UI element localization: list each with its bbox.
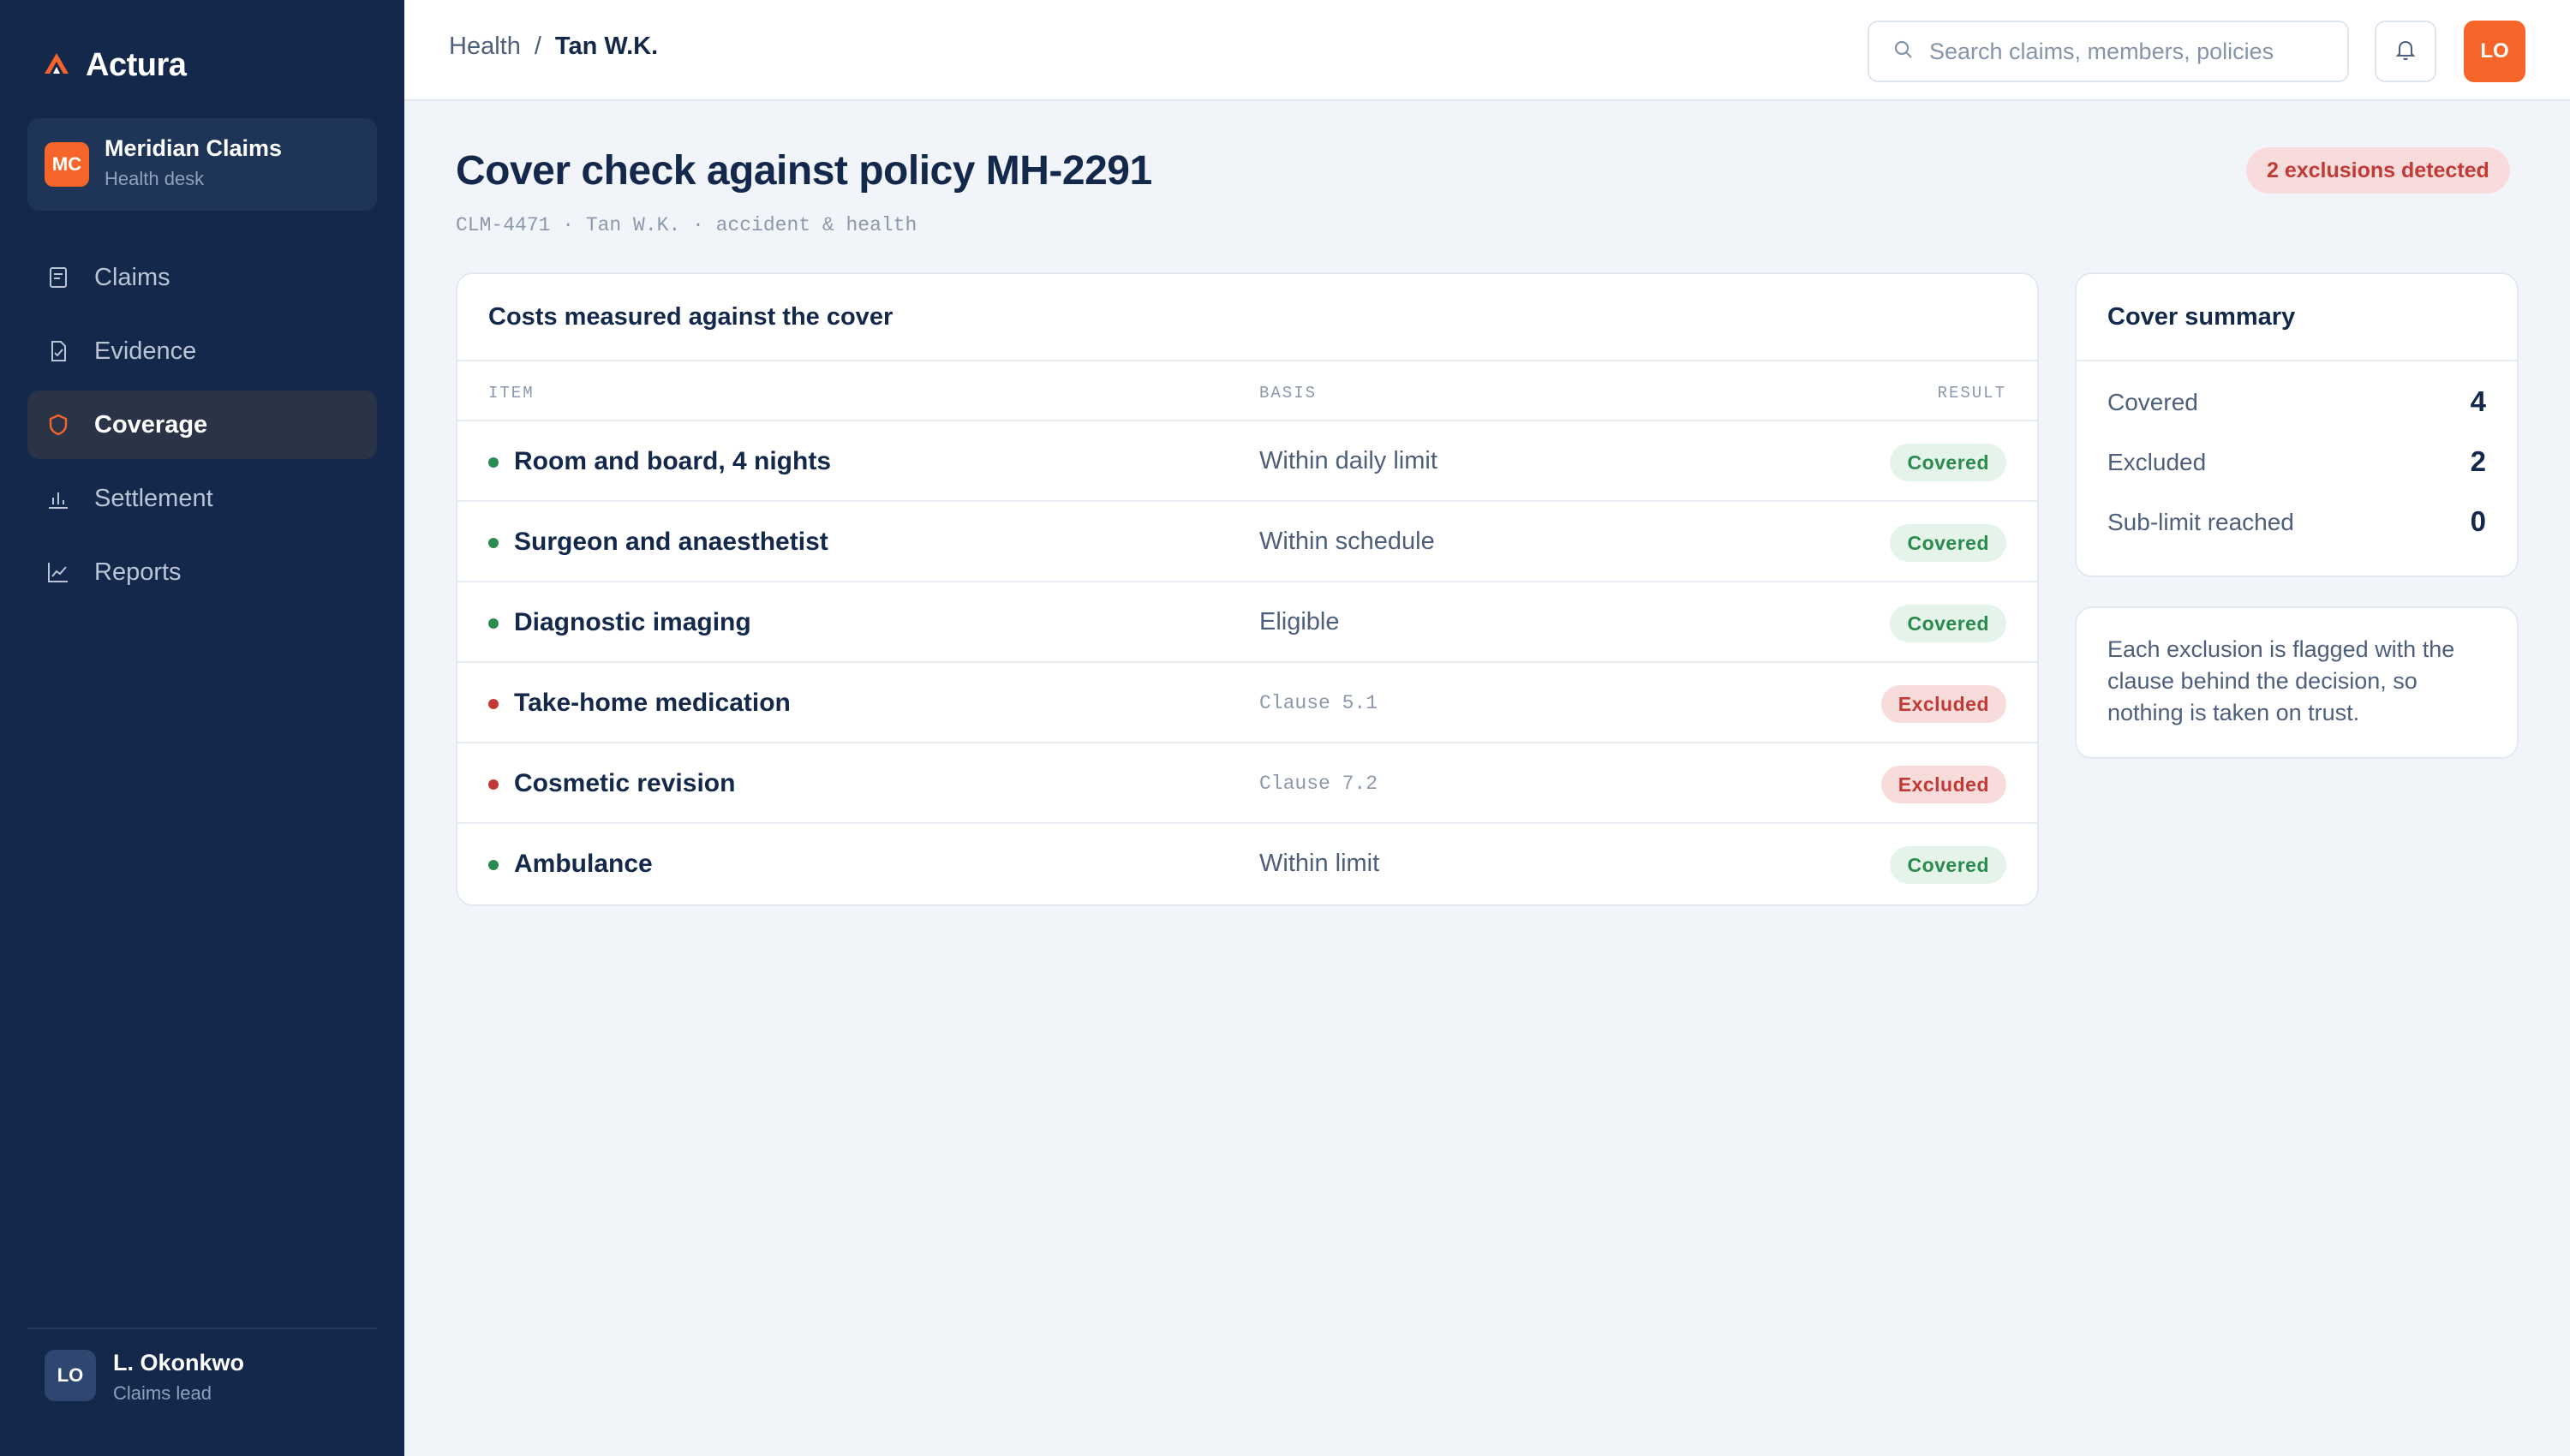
- table-header: ITEM BASIS RESULT: [457, 361, 2037, 421]
- summary-row-sub-limit: Sub-limit reached 0: [2077, 492, 2517, 552]
- status-dot: [488, 860, 499, 870]
- user-name: L. Okonkwo: [113, 1350, 245, 1375]
- info-note: Each exclusion is flagged with the claus…: [2075, 606, 2519, 759]
- status-dot: [488, 699, 499, 709]
- row-item: Room and board, 4 nights: [514, 447, 832, 475]
- workspace-avatar: MC: [45, 142, 89, 187]
- sidebar-item-reports[interactable]: Reports: [27, 538, 377, 606]
- workspace-subtitle: Health desk: [105, 168, 205, 189]
- row-basis: Within daily limit: [1259, 447, 1437, 474]
- row-item: Ambulance: [514, 850, 653, 878]
- exclusions-badge: 2 exclusions detected: [2246, 147, 2510, 194]
- app-logo[interactable]: Actura: [41, 41, 187, 89]
- search-icon: [1892, 38, 1916, 66]
- table-row[interactable]: Surgeon and anaesthetist Within schedule…: [457, 502, 2037, 582]
- summary-row-covered: Covered 4: [2077, 372, 2517, 432]
- breadcrumb-current: Tan W.K.: [554, 33, 659, 60]
- status-badge: Covered: [1890, 846, 2006, 884]
- bell-icon: [2393, 37, 2418, 67]
- table-row[interactable]: Cosmetic revision Clause 7.2 Excluded: [457, 743, 2037, 824]
- sidebar-item-evidence[interactable]: Evidence: [27, 317, 377, 385]
- actura-logo-icon: [41, 48, 72, 83]
- notifications-button[interactable]: [2375, 21, 2436, 82]
- sidebar-item-claims[interactable]: Claims: [27, 243, 377, 312]
- summary-value: 0: [2470, 505, 2486, 537]
- cover-summary-card: Cover summary Covered 4 Excluded 2 Sub-l…: [2075, 272, 2519, 577]
- status-badge: Excluded: [1880, 766, 2006, 803]
- user-role: Claims lead: [113, 1382, 212, 1404]
- workspace-name: Meridian Claims: [105, 135, 283, 161]
- sidebar-nav: Claims Evidence Coverage Settlement Repo…: [27, 243, 377, 612]
- sidebar: Actura MC Meridian Claims Health desk Cl…: [0, 0, 404, 1456]
- table-row[interactable]: Room and board, 4 nights Within daily li…: [457, 421, 2037, 502]
- app-name: Actura: [86, 46, 187, 83]
- row-item: Cosmetic revision: [514, 769, 736, 797]
- note-text: Each exclusion is flagged with the claus…: [2107, 636, 2455, 725]
- sidebar-item-label: Claims: [94, 263, 170, 291]
- sidebar-item-label: Settlement: [94, 484, 213, 512]
- workspace-switcher[interactable]: MC Meridian Claims Health desk: [27, 118, 377, 211]
- search-input[interactable]: [1929, 38, 2323, 65]
- status-dot: [488, 457, 499, 468]
- row-item: Diagnostic imaging: [514, 608, 751, 636]
- summary-value: 2: [2470, 445, 2486, 477]
- page-title: Cover check against policy MH-2291: [456, 148, 1152, 194]
- column-header-item: ITEM: [488, 384, 535, 403]
- table-row[interactable]: Diagnostic imaging Eligible Covered: [457, 582, 2037, 663]
- sidebar-item-settlement[interactable]: Settlement: [27, 464, 377, 533]
- summary-value: 4: [2470, 385, 2486, 417]
- user-menu-avatar[interactable]: LO: [2464, 21, 2525, 82]
- user-avatar: LO: [45, 1350, 96, 1401]
- clause-reference[interactable]: Clause 7.2: [1259, 773, 1378, 795]
- sidebar-item-label: Evidence: [94, 337, 197, 365]
- clause-reference[interactable]: Clause 5.1: [1259, 692, 1378, 714]
- summary-label: Covered: [2107, 389, 2198, 415]
- status-badge: Covered: [1890, 524, 2006, 562]
- row-item: Surgeon and anaesthetist: [514, 528, 828, 556]
- status-dot: [488, 618, 499, 629]
- sidebar-item-label: Reports: [94, 558, 182, 586]
- status-dot: [488, 538, 499, 548]
- status-badge: Covered: [1890, 444, 2006, 481]
- summary-row-excluded: Excluded 2: [2077, 432, 2517, 492]
- bar-chart-icon: [45, 485, 72, 512]
- status-badge: Covered: [1890, 605, 2006, 642]
- search-box[interactable]: [1868, 21, 2349, 82]
- column-header-basis: BASIS: [1259, 384, 1318, 403]
- row-basis: Within limit: [1259, 850, 1380, 877]
- column-header-result: RESULT: [1937, 384, 2006, 403]
- summary-label: Sub-limit reached: [2107, 509, 2294, 535]
- breadcrumb-health[interactable]: Health: [449, 33, 521, 61]
- sidebar-divider: [27, 1328, 377, 1329]
- card-title: Cover summary: [2077, 274, 2517, 361]
- summary-list: Covered 4 Excluded 2 Sub-limit reached 0: [2077, 361, 2517, 552]
- breadcrumb-separator: /: [534, 33, 541, 60]
- row-basis: Within schedule: [1259, 528, 1435, 555]
- sidebar-item-label: Coverage: [94, 410, 208, 439]
- sidebar-item-coverage[interactable]: Coverage: [27, 391, 377, 459]
- topbar: Health / Tan W.K. LO: [404, 0, 2570, 101]
- status-dot: [488, 779, 499, 790]
- summary-label: Excluded: [2107, 449, 2207, 475]
- claim-meta: CLM-4471 · Tan W.K. · accident & health: [456, 214, 917, 236]
- line-chart-icon: [45, 558, 72, 586]
- cover-items-card: Costs measured against the cover ITEM BA…: [456, 272, 2039, 906]
- card-title: Costs measured against the cover: [457, 274, 2037, 361]
- file-check-icon: [45, 337, 72, 365]
- row-item: Take-home medication: [514, 689, 791, 717]
- shield-icon: [45, 411, 72, 439]
- row-basis: Eligible: [1259, 608, 1340, 636]
- breadcrumb: Health / Tan W.K.: [449, 33, 658, 61]
- status-badge: Excluded: [1880, 685, 2006, 723]
- document-icon: [45, 264, 72, 291]
- table-row[interactable]: Ambulance Within limit Covered: [457, 824, 2037, 904]
- table-row[interactable]: Take-home medication Clause 5.1 Excluded: [457, 663, 2037, 743]
